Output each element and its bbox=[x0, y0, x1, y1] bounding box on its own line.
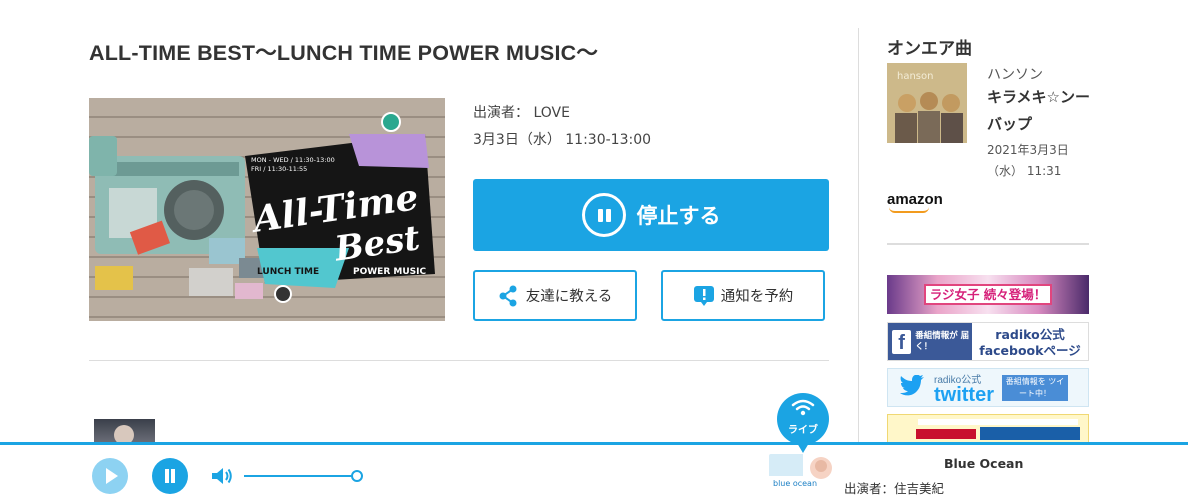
station-cast: 出演者：住吉美紀 bbox=[844, 481, 945, 496]
play-button[interactable] bbox=[92, 458, 128, 494]
program-title: ALL-TIME BEST〜LUNCH TIME POWER MUSIC〜 bbox=[89, 41, 599, 65]
station-name: Blue Ocean bbox=[944, 456, 1024, 471]
radio-girls-text: ラジ女子 続々登場！ bbox=[923, 284, 1053, 305]
twitter-bird-icon bbox=[900, 374, 924, 395]
stop-button-label: 停止する bbox=[636, 204, 721, 228]
notify-button-label: 通知を予約 bbox=[720, 289, 794, 305]
facebook-banner-text: radiko公式 facebookページ bbox=[979, 327, 1081, 358]
facebook-side-text: 番組情報が 届く！ bbox=[915, 330, 970, 352]
live-signal-icon bbox=[791, 399, 815, 416]
facebook-icon: f bbox=[892, 329, 912, 354]
onair-heading: オンエア曲 bbox=[887, 39, 972, 59]
art-tag-right: POWER MUSIC bbox=[353, 267, 426, 277]
pause-icon bbox=[581, 193, 626, 237]
pause-button[interactable] bbox=[152, 458, 188, 494]
jacket-text: hanson bbox=[897, 71, 933, 82]
share-button[interactable]: 友達に教える bbox=[473, 270, 637, 321]
program-datetime: 3月3日（水） 11:30-13:00 bbox=[473, 132, 652, 148]
art-schedule-2: FRI / 11:30-11:55 bbox=[251, 165, 307, 173]
cast-photo[interactable] bbox=[94, 419, 155, 443]
column-divider bbox=[858, 28, 859, 443]
share-button-label: 友達に教える bbox=[525, 289, 613, 305]
notify-button[interactable]: 通知を予約 bbox=[661, 270, 825, 321]
premium-banner[interactable] bbox=[887, 414, 1089, 443]
amazon-smile-icon bbox=[889, 207, 929, 213]
radio-girls-banner[interactable]: ラジ女子 続々登場！ bbox=[887, 275, 1089, 314]
station-logo[interactable]: blue ocean bbox=[769, 454, 837, 495]
program-artwork-image: MON - WED / 11:30-13:00 FRI / 11:30-11:5… bbox=[89, 98, 445, 321]
volume-slider-handle[interactable] bbox=[351, 470, 363, 482]
station-logo-text: blue ocean bbox=[773, 479, 817, 488]
volume-slider-track[interactable] bbox=[244, 475, 356, 477]
player-bar bbox=[0, 442, 1188, 503]
divider bbox=[89, 360, 829, 361]
premium-banner-strip bbox=[918, 419, 1078, 425]
song-title[interactable]: キラメキ☆ンー バップ bbox=[987, 84, 1105, 138]
twitter-banner-text: radiko公式 twitter bbox=[934, 374, 994, 406]
share-icon bbox=[499, 285, 517, 306]
art-tag-left: LUNCH TIME bbox=[257, 267, 319, 277]
song-jacket[interactable]: hanson bbox=[887, 63, 967, 143]
program-info: 出演者： LOVE 3月3日（水） 11:30-13:00 bbox=[473, 100, 651, 154]
amazon-link[interactable]: amazon bbox=[887, 191, 943, 208]
volume-icon[interactable] bbox=[210, 465, 234, 487]
live-button[interactable]: ライブ bbox=[777, 393, 829, 453]
notification-icon bbox=[693, 285, 714, 306]
sidebar-divider bbox=[887, 243, 1089, 245]
station-logo-image: blue ocean bbox=[769, 454, 837, 495]
twitter-box-text: 番組情報を ツイート中！ bbox=[1002, 374, 1068, 401]
art-schedule-1: MON - WED / 11:30-13:00 bbox=[251, 156, 335, 164]
program-thumbnail: MON - WED / 11:30-13:00 FRI / 11:30-11:5… bbox=[89, 98, 445, 321]
premium-banner-blue-block bbox=[980, 427, 1080, 440]
facebook-banner[interactable]: f 番組情報が 届く！ radiko公式 facebookページ bbox=[887, 322, 1089, 361]
twitter-banner[interactable]: radiko公式 twitter 番組情報を ツイート中！ bbox=[887, 368, 1089, 407]
live-label: ライブ bbox=[788, 425, 818, 436]
twitter-large-text: twitter bbox=[934, 383, 994, 406]
song-artist: ハンソン bbox=[987, 67, 1043, 83]
facebook-panel: f 番組情報が 届く！ bbox=[888, 323, 972, 360]
song-played-at: 2021年3月3日（水） 11:31 bbox=[987, 143, 1069, 178]
program-cast: 出演者： LOVE bbox=[473, 105, 570, 121]
stop-button[interactable]: 停止する bbox=[473, 179, 829, 251]
premium-banner-red-block bbox=[916, 429, 976, 439]
song-jacket-image: hanson bbox=[887, 63, 967, 143]
